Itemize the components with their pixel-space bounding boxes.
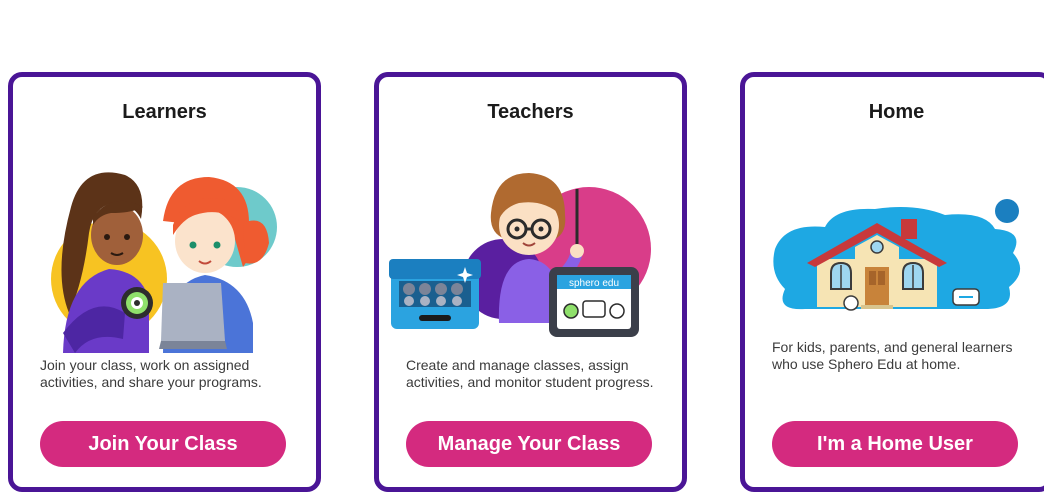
home-illustration bbox=[773, 199, 1021, 311]
join-your-class-button[interactable]: Join Your Class bbox=[40, 421, 286, 467]
tablet-label: sphero edu bbox=[569, 278, 619, 289]
teachers-title: Teachers bbox=[487, 101, 574, 123]
learners-description: Join your class, work on assigned activi… bbox=[40, 357, 262, 390]
learners-illustration bbox=[51, 172, 277, 353]
home-title: Home bbox=[868, 101, 925, 123]
teachers-description: Create and manage classes, assign activi… bbox=[406, 357, 654, 390]
home-card: Home For kids, parents, and general lear… bbox=[740, 72, 1044, 492]
teachers-card: Teachers sphero edu Create and manage cl… bbox=[374, 72, 687, 492]
teachers-illustration: sphero edu bbox=[389, 173, 651, 337]
learners-card: Learners Join your class, work on assign… bbox=[8, 72, 321, 492]
manage-your-class-button[interactable]: Manage Your Class bbox=[406, 421, 652, 467]
home-description: For kids, parents, and general learners … bbox=[772, 339, 1013, 372]
learners-title: Learners bbox=[122, 101, 207, 123]
home-user-button[interactable]: I'm a Home User bbox=[772, 421, 1018, 467]
